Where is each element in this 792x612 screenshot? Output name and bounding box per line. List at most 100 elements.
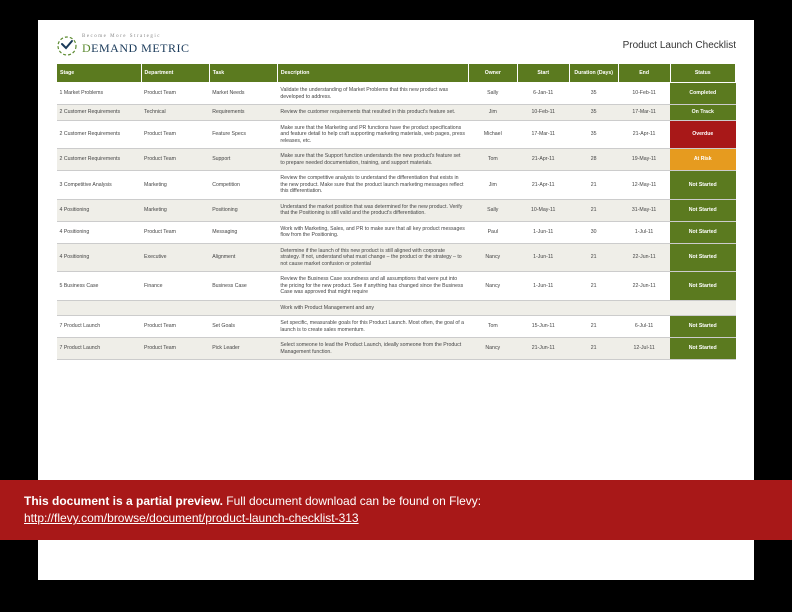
cell: Product Team	[141, 221, 209, 243]
cell: Positioning	[209, 199, 277, 221]
status-badge: Overdue	[670, 120, 736, 149]
cell: Pick Leader	[209, 338, 277, 360]
cell: 31-May-11	[618, 199, 670, 221]
status-badge: Not Started	[670, 199, 736, 221]
cell: Marketing	[141, 199, 209, 221]
cell: Select someone to lead the Product Launc…	[277, 338, 468, 360]
cell: 21	[569, 272, 618, 301]
cell: Review the Business Case soundness and a…	[277, 272, 468, 301]
cell: Nancy	[468, 338, 517, 360]
cell: Tom	[468, 316, 517, 338]
cell: 3 Competitive Analysis	[57, 171, 142, 200]
cell: Sally	[468, 199, 517, 221]
status-badge: Completed	[670, 83, 736, 105]
cell: 21	[569, 199, 618, 221]
cell: 21-Jun-11	[517, 338, 569, 360]
cell: Work with Product Management and any	[277, 300, 468, 316]
status-badge: Not Started	[670, 272, 736, 301]
cell: Support	[209, 149, 277, 171]
checklist-table: StageDepartmentTaskDescriptionOwnerStart…	[56, 63, 736, 360]
cell: Product Team	[141, 83, 209, 105]
logo-brand: DEMAND METRIC	[82, 41, 190, 55]
cell: 4 Positioning	[57, 199, 142, 221]
table-row: 7 Product LaunchProduct TeamPick LeaderS…	[57, 338, 736, 360]
cell: 10-Feb-11	[517, 105, 569, 121]
cell: Nancy	[468, 272, 517, 301]
cell: 4 Positioning	[57, 221, 142, 243]
cell: Technical	[141, 105, 209, 121]
cell: 21-Apr-11	[517, 171, 569, 200]
cell: 15-Jun-11	[517, 316, 569, 338]
cell	[569, 300, 618, 316]
cell: Nancy	[468, 243, 517, 272]
cell	[618, 300, 670, 316]
cell: Alignment	[209, 243, 277, 272]
cell: 1-Jun-11	[517, 221, 569, 243]
cell: 19-May-11	[618, 149, 670, 171]
cell: 21	[569, 316, 618, 338]
cell: Jim	[468, 105, 517, 121]
cell: 6-Jul-11	[618, 316, 670, 338]
cell: Sally	[468, 83, 517, 105]
cell: 21	[569, 243, 618, 272]
logo-text: Become More Strategic DEMAND METRIC	[82, 34, 190, 57]
preview-banner: This document is a partial preview. Full…	[0, 480, 792, 540]
cell: 1 Market Problems	[57, 83, 142, 105]
status-badge: Not Started	[670, 338, 736, 360]
column-header: Department	[141, 64, 209, 83]
status-badge: On Track	[670, 105, 736, 121]
cell: 22-Jun-11	[618, 272, 670, 301]
status-badge: At Risk	[670, 149, 736, 171]
cell: 21	[569, 338, 618, 360]
cell: 2 Customer Requirements	[57, 120, 142, 149]
cell: Tom	[468, 149, 517, 171]
table-row: 2 Customer RequirementsTechnicalRequirem…	[57, 105, 736, 121]
cell: 21-Apr-11	[618, 120, 670, 149]
column-header: Stage	[57, 64, 142, 83]
banner-text: Full document download can be found on F…	[223, 494, 481, 508]
cell: Michael	[468, 120, 517, 149]
cell: 5 Business Case	[57, 272, 142, 301]
cell: Work with Marketing, Sales, and PR to ma…	[277, 221, 468, 243]
cell: 6-Jan-11	[517, 83, 569, 105]
cell: 1-Jul-11	[618, 221, 670, 243]
status-badge: Not Started	[670, 171, 736, 200]
cell: Feature Specs	[209, 120, 277, 149]
logo-icon	[56, 35, 78, 57]
cell: Validate the understanding of Market Pro…	[277, 83, 468, 105]
cell: Product Team	[141, 120, 209, 149]
table-row: 1 Market ProblemsProduct TeamMarket Need…	[57, 83, 736, 105]
table-row: Work with Product Management and any	[57, 300, 736, 316]
cell: 10-May-11	[517, 199, 569, 221]
status-badge	[670, 300, 736, 316]
cell: 12-May-11	[618, 171, 670, 200]
cell: Make sure that the Marketing and PR func…	[277, 120, 468, 149]
cell: Set specific, measurable goals for this …	[277, 316, 468, 338]
cell: 35	[569, 105, 618, 121]
column-header: Description	[277, 64, 468, 83]
cell: 21	[569, 171, 618, 200]
cell: Competition	[209, 171, 277, 200]
cell: Paul	[468, 221, 517, 243]
cell: 7 Product Launch	[57, 338, 142, 360]
cell: 10-Feb-11	[618, 83, 670, 105]
cell: Marketing	[141, 171, 209, 200]
cell: Market Needs	[209, 83, 277, 105]
column-header: Status	[670, 64, 736, 83]
cell: Requirements	[209, 105, 277, 121]
table-header: StageDepartmentTaskDescriptionOwnerStart…	[57, 64, 736, 83]
cell: Executive	[141, 243, 209, 272]
cell: Review the customer requirements that re…	[277, 105, 468, 121]
table-row: 5 Business CaseFinanceBusiness CaseRevie…	[57, 272, 736, 301]
cell: 30	[569, 221, 618, 243]
table-row: 2 Customer RequirementsProduct TeamFeatu…	[57, 120, 736, 149]
cell: Understand the market position that was …	[277, 199, 468, 221]
cell: 28	[569, 149, 618, 171]
cell: Business Case	[209, 272, 277, 301]
banner-link[interactable]: http://flevy.com/browse/document/product…	[24, 511, 359, 525]
cell: Review the competitive analysis to under…	[277, 171, 468, 200]
cell	[517, 300, 569, 316]
cell	[141, 300, 209, 316]
cell: 35	[569, 83, 618, 105]
column-header: Start	[517, 64, 569, 83]
